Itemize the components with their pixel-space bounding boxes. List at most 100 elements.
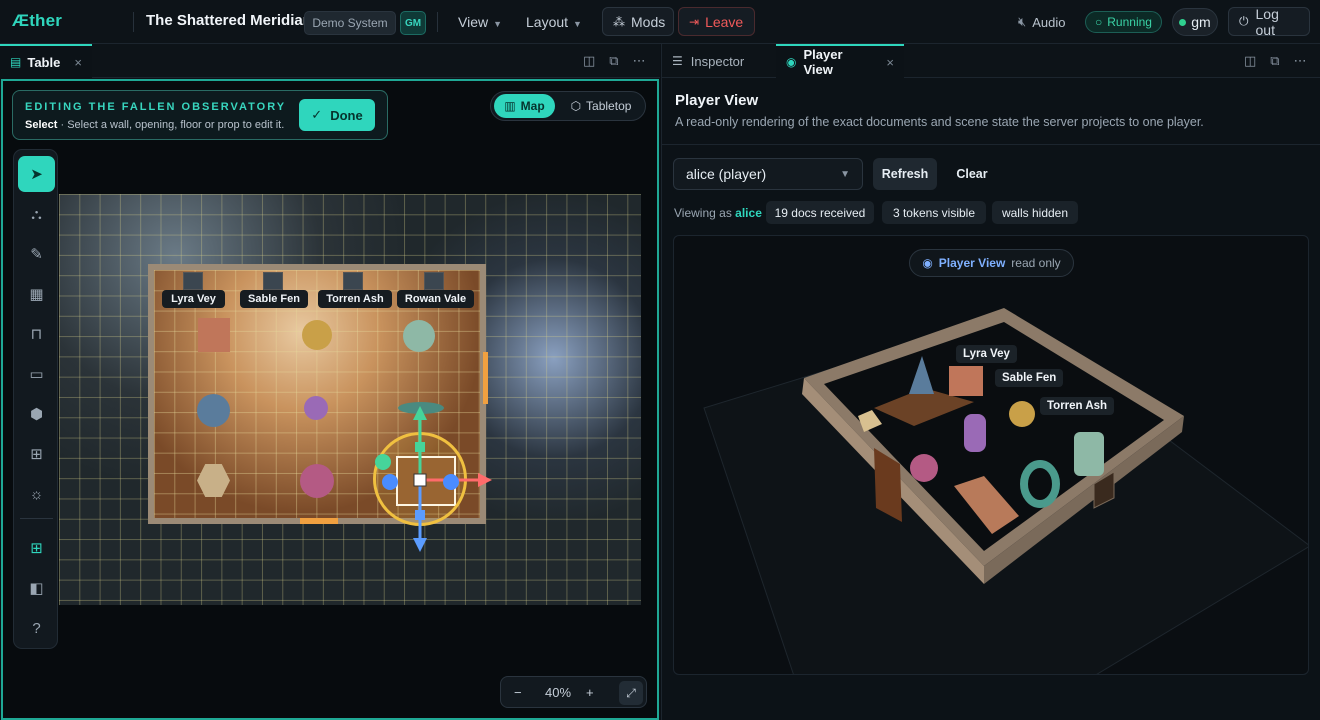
tab-player-view[interactable]: ◉ Player View × <box>776 44 904 78</box>
cone-prop[interactable] <box>197 394 230 427</box>
refresh-button[interactable]: Refresh <box>873 158 937 190</box>
light-tool-icon[interactable]: ☼ <box>18 476 55 512</box>
mods-button[interactable]: ⁂ Mods <box>602 7 674 36</box>
divider <box>133 12 134 32</box>
map-mode-button[interactable]: ▥ Map <box>494 94 555 118</box>
token-label-3d: Torren Ash <box>1040 397 1115 415</box>
help-icon[interactable]: ? <box>18 610 55 646</box>
column-prop[interactable] <box>403 320 435 352</box>
tokens-chip: 3 tokens visible <box>882 201 986 224</box>
close-icon[interactable]: × <box>74 55 82 70</box>
tab-inspector[interactable]: ☰ Inspector <box>662 44 776 78</box>
zoom-controls: − 40% + ⤢ <box>500 676 647 708</box>
wall-tool-icon[interactable]: ▦ <box>18 276 55 312</box>
leave-icon: ⇥ <box>689 14 700 29</box>
tool-palette: ➤ ⛬ ✎ ▦ ⊓ ▭ ⬢ ⊞ ☼ ⊞ ◧ ? <box>13 149 58 649</box>
expand-icon[interactable]: ⤢ <box>619 681 643 705</box>
divider <box>437 12 438 32</box>
shapes-tool-icon[interactable]: ⛬ <box>18 196 55 232</box>
grid-tool-icon[interactable]: ⊞ <box>18 436 55 472</box>
split-icon[interactable]: ◫ <box>1244 53 1256 69</box>
chevron-down-icon: ▼ <box>573 19 582 29</box>
draw-tool-icon[interactable]: ✎ <box>18 236 55 272</box>
right-tabbar: ☰ Inspector ◉ Player View × ◫ ⧉ ⋯ <box>662 44 1320 78</box>
divider <box>20 518 53 519</box>
status-ring-icon: ○ <box>1095 15 1103 29</box>
door-opening[interactable] <box>300 518 338 524</box>
user-pill[interactable]: gm <box>1172 8 1218 36</box>
panel-actions: ◫ ⧉ ⋯ <box>583 53 646 69</box>
token-nameplate[interactable]: Rowan Vale <box>397 290 474 308</box>
tab-table[interactable]: ▤ Table × <box>0 44 92 78</box>
sphere-prop <box>910 454 938 482</box>
player-select[interactable]: alice (player) ▼ <box>673 158 863 190</box>
cylinder-prop <box>964 414 986 452</box>
check-icon: ✓ <box>311 107 323 122</box>
close-icon[interactable]: × <box>886 55 894 70</box>
app-logo[interactable]: Æther <box>12 11 62 31</box>
arrow-down-icon <box>413 538 427 552</box>
barrel-prop[interactable] <box>302 320 332 350</box>
player-3d-viewport[interactable]: ◉ Player View read only Lyra Vey Sable F… <box>673 235 1309 675</box>
panel-actions: ◫ ⧉ ⋯ <box>1244 53 1307 69</box>
token-nameplate[interactable]: Lyra Vey <box>162 290 225 308</box>
divider <box>662 144 1320 145</box>
chevron-down-icon: ▼ <box>840 168 850 180</box>
select-tool-icon[interactable]: ➤ <box>18 156 55 192</box>
clear-button[interactable]: Clear <box>947 158 997 190</box>
logout-button[interactable]: ⏻ Log out <box>1228 6 1310 38</box>
arrow-up-icon <box>413 406 427 420</box>
token-nameplate[interactable]: Sable Fen <box>240 290 308 308</box>
panel-description: A read-only rendering of the exact docum… <box>675 115 1204 129</box>
running-label: Running <box>1107 15 1152 29</box>
leave-label: Leave <box>705 13 744 30</box>
view-mode-toggle: ▥ Map ⬡ Tabletop <box>490 91 646 121</box>
view-menu[interactable]: View ▼ <box>458 14 502 30</box>
crate-prop[interactable] <box>198 318 230 352</box>
sphere-prop[interactable] <box>300 464 334 498</box>
layout-menu-label: Layout <box>526 14 569 30</box>
barrel-prop <box>1009 401 1035 427</box>
battle-map[interactable] <box>59 194 641 605</box>
role-badge: GM <box>400 11 426 35</box>
eye-icon: ◉ <box>786 55 797 69</box>
map-mode-label: Map <box>520 99 545 113</box>
edit-banner: EDITING THE FALLEN OBSERVATORY Select · … <box>12 90 388 140</box>
sidebar-toggle-icon[interactable]: ◧ <box>18 570 55 606</box>
audio-toggle[interactable]: 🔇︎ Audio <box>1018 0 1065 44</box>
window-opening[interactable] <box>483 352 488 404</box>
zoom-in-icon[interactable]: + <box>586 685 594 700</box>
popout-icon[interactable]: ⧉ <box>609 53 618 69</box>
door-tool-icon[interactable]: ⊓ <box>18 316 55 352</box>
viewing-as: Viewing as alice <box>674 206 762 220</box>
more-icon[interactable]: ⋯ <box>633 53 646 69</box>
tabletop-mode-button[interactable]: ⬡ Tabletop <box>559 94 643 118</box>
table-tabbar: ▤ Table × ◫ ⧉ ⋯ <box>0 44 660 78</box>
token-nameplate[interactable]: Torren Ash <box>318 290 392 308</box>
layout-menu[interactable]: Layout ▼ <box>526 14 582 30</box>
online-dot-icon <box>1179 18 1187 26</box>
grid-toggle-icon[interactable]: ⊞ <box>18 530 55 566</box>
tabletop-mode-label: Tabletop <box>586 99 632 113</box>
edit-hint-text: · Select a wall, opening, floor or prop … <box>57 119 285 131</box>
tab-table-label: Table <box>27 54 61 70</box>
prop-tool-icon[interactable]: ⬢ <box>18 396 55 432</box>
cylinder-prop[interactable] <box>304 396 328 420</box>
avatar <box>263 272 283 290</box>
zoom-out-icon[interactable]: − <box>514 685 522 700</box>
gizmo-arrows[interactable] <box>370 398 500 558</box>
popout-icon[interactable]: ⧉ <box>1270 53 1279 69</box>
more-icon[interactable]: ⋯ <box>1294 53 1307 69</box>
chevron-down-icon: ▼ <box>493 19 503 29</box>
zoom-level: 40% <box>545 684 572 700</box>
split-icon[interactable]: ◫ <box>583 53 595 69</box>
edit-hint: Select · Select a wall, opening, floor o… <box>25 119 284 131</box>
cube-icon: ⬡ <box>570 99 582 113</box>
viewing-user: alice <box>735 206 762 220</box>
docs-chip: 19 docs received <box>766 201 874 224</box>
done-button[interactable]: ✓ Done <box>299 99 375 131</box>
tab-inspector-label: Inspector <box>690 53 745 69</box>
leave-button[interactable]: ⇥ Leave <box>678 7 755 36</box>
badge-title: Player View <box>938 256 1006 270</box>
floor-tool-icon[interactable]: ▭ <box>18 356 55 392</box>
